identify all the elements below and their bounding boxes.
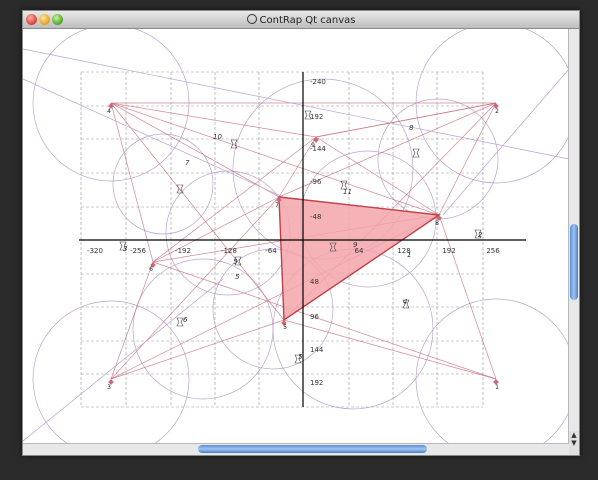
x-tick-label: 192 — [442, 247, 455, 255]
construction-line — [23, 278, 224, 442]
title-bar[interactable]: ContRap Qt canvas — [23, 11, 579, 29]
construction-circle — [32, 300, 190, 443]
vertical-scroll-thumb[interactable] — [570, 224, 578, 300]
horizontal-scroll-thumb[interactable] — [198, 445, 427, 453]
y-tick-label: 192 — [310, 379, 323, 387]
x-tick-label: -128 — [221, 247, 237, 255]
annotation-label: 10 — [213, 133, 222, 141]
construction-line — [442, 68, 569, 216]
construction-line — [110, 102, 285, 321]
annotation-label: 8 — [409, 124, 414, 132]
x-tick-label: -64 — [265, 247, 277, 255]
y-tick-label: -96 — [310, 178, 322, 186]
annotation-label: 7 — [185, 159, 190, 167]
annotation-label: 4 — [403, 298, 407, 306]
y-tick-label: 96 — [310, 313, 319, 321]
x-tick-label: -256 — [130, 247, 146, 255]
y-tick-label: -48 — [310, 213, 321, 221]
construction-line — [110, 196, 280, 380]
construction-line — [110, 102, 440, 216]
construction-line — [438, 102, 497, 216]
hourglass-icon — [412, 148, 420, 158]
construction-line — [110, 102, 154, 263]
point-label: 2 — [495, 108, 499, 115]
point-label: 7 — [275, 202, 279, 209]
construction-circle — [377, 98, 499, 220]
point-label: 8 — [435, 220, 439, 227]
construction-line — [110, 319, 285, 380]
construction-circle — [112, 133, 214, 235]
annotation-label: 5 — [235, 273, 240, 281]
annotation-label: 6 — [183, 316, 188, 324]
point-label: 5 — [283, 324, 287, 331]
plot-svg: -320 -256 -192 -128 -64 64 128 192 256-240192-14… — [23, 29, 569, 443]
no-entry-icon — [246, 14, 257, 24]
annotation-label: 3 — [123, 245, 127, 253]
app-window: ContRap Qt canvas -320 -256 -192 -128 -64 6 4 1… — [22, 10, 580, 456]
construction-line — [23, 48, 569, 160]
construction-circle — [415, 298, 569, 443]
x-tick-label: -192 — [175, 247, 191, 255]
point-label: 6 — [149, 266, 153, 273]
vertical-scrollbar[interactable] — [568, 29, 579, 443]
point-label: 4 — [107, 108, 111, 115]
construction-line — [23, 78, 284, 198]
horizontal-scrollbar[interactable] — [23, 443, 569, 455]
drawing-canvas[interactable]: -320 -256 -192 -128 -64 64 128 192 256 -240 192 -14… — [23, 29, 569, 443]
annotation-label: 5 — [298, 353, 303, 361]
y-tick-label: 48 — [310, 278, 319, 286]
x-tick-label: 256 — [486, 247, 500, 255]
point-label: 3 — [107, 384, 111, 391]
window-title: ContRap Qt canvas — [23, 13, 579, 26]
x-tick-label: -320 — [87, 247, 103, 255]
y-tick-label: 144 — [310, 346, 324, 354]
construction-circle — [165, 170, 291, 296]
annotation-label: 5 — [233, 258, 238, 266]
annotation-label: 9 — [353, 241, 358, 249]
annotation-label: 1 — [407, 251, 411, 259]
point-label: 9 — [311, 142, 315, 149]
window-title-text: ContRap Qt canvas — [259, 15, 356, 26]
y-tick-label: -240 — [310, 78, 326, 86]
scroll-arrows[interactable]: ▲ ▼ — [569, 431, 579, 455]
point-label: 1 — [495, 384, 499, 391]
annotation-label: 2 — [478, 231, 483, 239]
y-tick-label: 192 — [310, 113, 323, 121]
annotation-label: 11 — [343, 188, 352, 196]
